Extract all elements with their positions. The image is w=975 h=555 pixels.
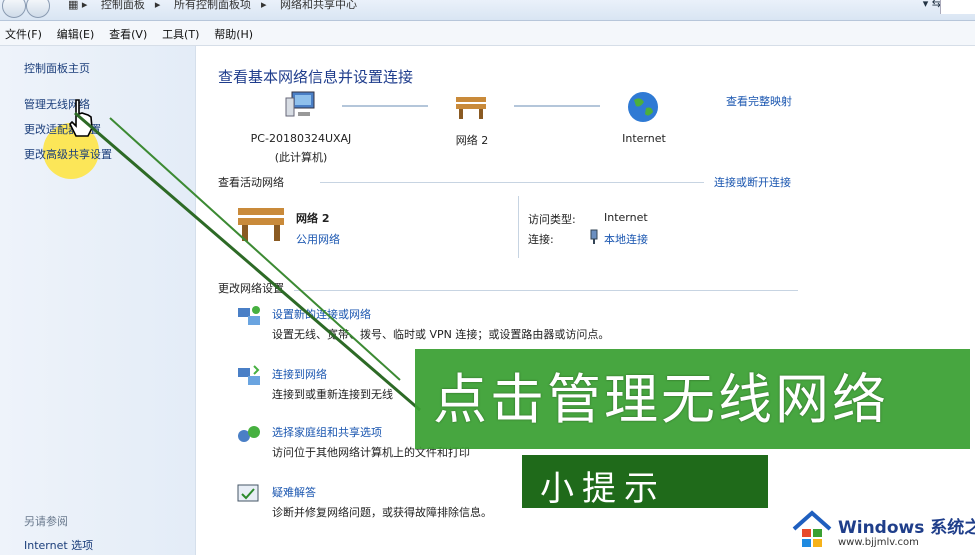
watermark: Windows 系统之家 www.bjjmlv.com bbox=[786, 505, 975, 555]
instruction-banner: 点击管理无线网络 bbox=[415, 349, 970, 449]
pointer-line bbox=[74, 111, 421, 412]
tip-banner: 小提示 bbox=[522, 455, 768, 509]
tip-text: 小提示 bbox=[540, 469, 666, 509]
watermark-url: www.bjjmlv.com bbox=[838, 537, 919, 548]
instruction-text: 点击管理无线网络 bbox=[433, 368, 889, 431]
house-logo-icon bbox=[792, 510, 832, 547]
watermark-brand: Windows 系统之家 bbox=[838, 518, 975, 538]
